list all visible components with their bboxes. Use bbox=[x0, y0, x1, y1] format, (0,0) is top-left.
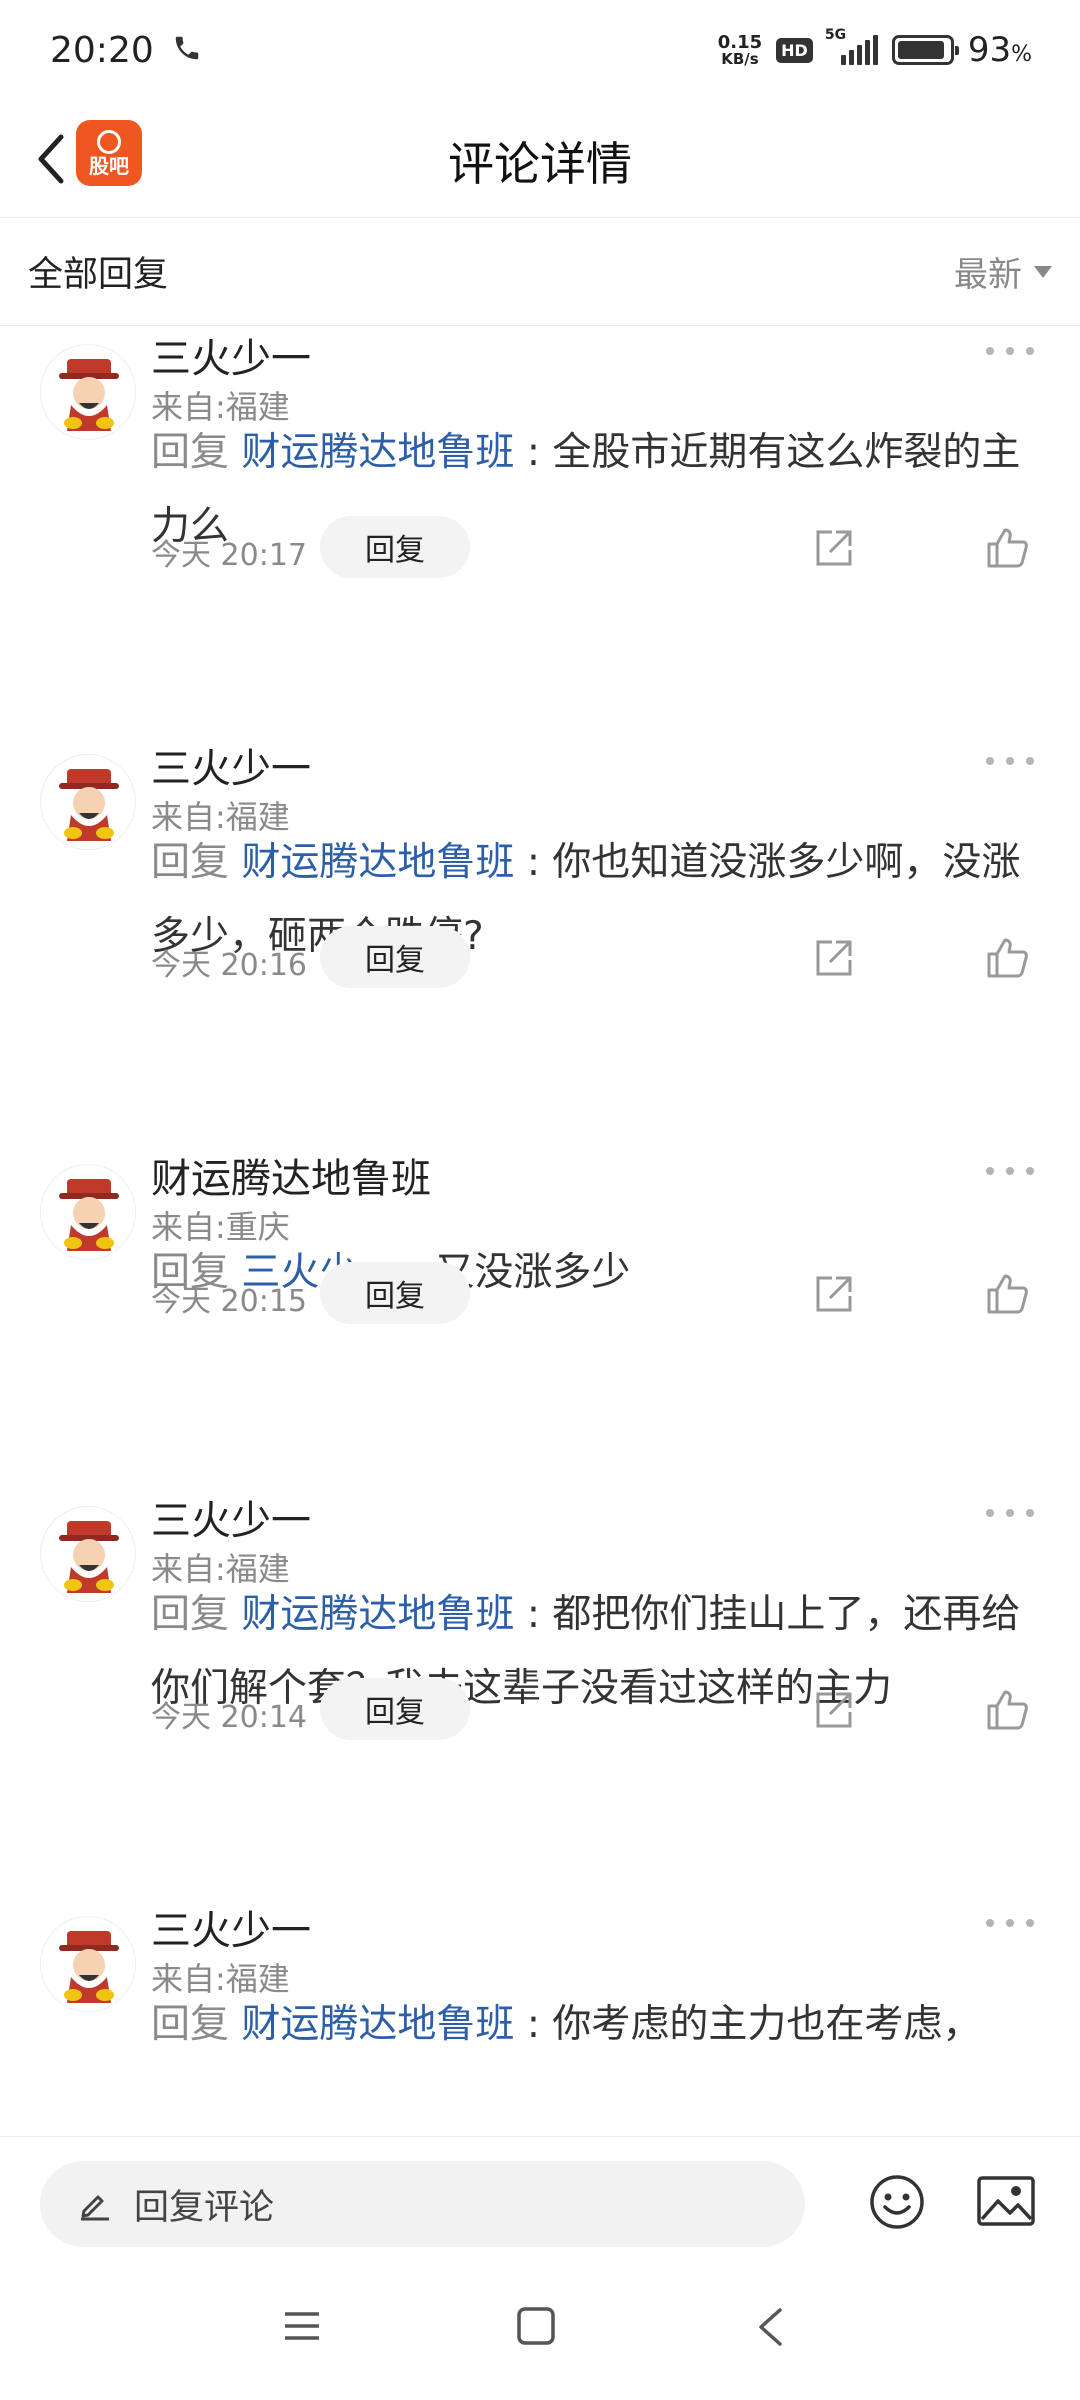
more-dots-icon bbox=[986, 1167, 994, 1175]
network-speed-unit: KB/s bbox=[721, 49, 759, 68]
mention-link[interactable]: 财运腾达地鲁班 bbox=[241, 430, 514, 475]
avatar[interactable] bbox=[40, 1506, 136, 1602]
comment-time: 今天 20:17 bbox=[151, 538, 307, 573]
reply-input-placeholder: 回复评论 bbox=[134, 2187, 275, 2228]
menu-button[interactable] bbox=[282, 2306, 322, 2350]
menu-icon bbox=[285, 2312, 319, 2340]
sort-label: 最新 bbox=[954, 255, 1022, 295]
comment-text: : 你考虑的主力也在考虑， bbox=[514, 2002, 982, 2047]
back-triangle-icon bbox=[759, 2308, 782, 2346]
home-button[interactable] bbox=[516, 2306, 556, 2350]
like-button[interactable] bbox=[983, 524, 1031, 572]
mention-link[interactable]: 财运腾达地鲁班 bbox=[241, 840, 514, 885]
emoji-button[interactable] bbox=[868, 2173, 926, 2231]
share-button[interactable] bbox=[812, 526, 856, 570]
phone-icon bbox=[172, 33, 202, 67]
reply-prefix: 回复 bbox=[151, 840, 230, 885]
more-dots-icon bbox=[986, 347, 994, 355]
more-options-button[interactable] bbox=[986, 1908, 1034, 1938]
avatar[interactable] bbox=[40, 754, 136, 850]
share-icon bbox=[812, 1692, 856, 1736]
username[interactable]: 三火少一 bbox=[151, 1898, 311, 1956]
network-speed-value: 0.15 bbox=[717, 31, 763, 53]
reply-prefix: 回复 bbox=[151, 430, 230, 475]
comment-content: 回复 财运腾达地鲁班 : 你考虑的主力也在考虑， bbox=[151, 1988, 1021, 2062]
smiley-icon bbox=[870, 2175, 924, 2229]
like-button[interactable] bbox=[983, 1686, 1031, 1734]
battery-icon bbox=[891, 35, 959, 65]
username[interactable]: 三火少一 bbox=[151, 1488, 311, 1546]
comment-list[interactable]: 三火少一 来自:福建 回复 财运腾达地鲁班 : 全股市近期有这么炸裂的主力么 今天 2… bbox=[0, 326, 1080, 2136]
more-options-button[interactable] bbox=[986, 1156, 1034, 1186]
share-button[interactable] bbox=[812, 1688, 856, 1732]
reply-button[interactable]: 回复 bbox=[320, 926, 470, 988]
header: 股吧 评论详情 bbox=[0, 100, 1080, 218]
reply-prefix: 回复 bbox=[151, 1592, 230, 1637]
reply-prefix: 回复 bbox=[151, 2002, 230, 2047]
reply-input-bar: 回复评论 bbox=[0, 2136, 1080, 2266]
sort-dropdown[interactable]: 最新 bbox=[954, 247, 1052, 296]
share-icon bbox=[812, 940, 856, 984]
avatar[interactable] bbox=[40, 1916, 136, 2012]
filter-row: 全部回复 最新 bbox=[0, 218, 1080, 326]
network-type: 5G bbox=[824, 27, 847, 43]
reply-button-label: 回复 bbox=[365, 1695, 425, 1730]
avatar[interactable] bbox=[40, 344, 136, 440]
status-right: 0.15 KB/s HD 5G 93% bbox=[717, 27, 1032, 70]
more-dots-icon bbox=[986, 1919, 994, 1927]
thumbs-up-icon bbox=[983, 528, 1031, 576]
like-button[interactable] bbox=[983, 934, 1031, 982]
pencil-icon bbox=[81, 2195, 109, 2221]
mention-link[interactable]: 财运腾达地鲁班 bbox=[241, 1592, 514, 1637]
share-icon bbox=[812, 1276, 856, 1320]
status-bar: 20:20 0.15 KB/s HD 5G 93% bbox=[0, 0, 1080, 100]
page-title: 评论详情 bbox=[448, 137, 632, 191]
mention-link[interactable]: 财运腾达地鲁班 bbox=[241, 2002, 514, 2047]
comment-item[interactable]: 三火少一 来自:福建 回复 财运腾达地鲁班 : 你考虑的主力也在考虑， bbox=[0, 1898, 1080, 2136]
more-options-button[interactable] bbox=[986, 336, 1034, 366]
reply-input[interactable]: 回复评论 bbox=[40, 2161, 805, 2247]
comment-time: 今天 20:15 bbox=[151, 1284, 307, 1319]
thumbs-up-icon bbox=[983, 1274, 1031, 1322]
username[interactable]: 三火少一 bbox=[151, 736, 311, 794]
more-options-button[interactable] bbox=[986, 746, 1034, 776]
comment-item[interactable]: 三火少一 来自:福建 回复 财运腾达地鲁班 : 都把你们挂山上了，还再给你们解个套？… bbox=[0, 1488, 1080, 1898]
reply-button[interactable]: 回复 bbox=[320, 516, 470, 578]
status-left: 20:20 bbox=[50, 30, 202, 71]
share-button[interactable] bbox=[812, 1272, 856, 1316]
caret-down-icon bbox=[1034, 265, 1052, 278]
share-icon bbox=[812, 530, 856, 574]
home-square-icon bbox=[517, 2307, 555, 2345]
system-back-button[interactable] bbox=[755, 2306, 785, 2352]
more-dots-icon bbox=[986, 757, 994, 765]
username[interactable]: 财运腾达地鲁班 bbox=[151, 1146, 431, 1204]
comment-time: 今天 20:16 bbox=[151, 948, 307, 983]
reply-button[interactable]: 回复 bbox=[320, 1262, 470, 1324]
username[interactable]: 三火少一 bbox=[151, 326, 311, 384]
avatar[interactable] bbox=[40, 1164, 136, 1260]
thumbs-up-icon bbox=[983, 1690, 1031, 1738]
image-button[interactable] bbox=[976, 2175, 1036, 2227]
reply-button-label: 回复 bbox=[365, 943, 425, 978]
all-replies-label: 全部回复 bbox=[28, 255, 169, 295]
status-time: 20:20 bbox=[50, 29, 154, 71]
hd-badge: HD bbox=[776, 37, 813, 63]
more-options-button[interactable] bbox=[986, 1498, 1034, 1528]
thumbs-up-icon bbox=[983, 938, 1031, 986]
battery-percent: 93% bbox=[967, 30, 1032, 70]
image-icon bbox=[977, 2176, 1035, 2226]
comment-item[interactable]: 三火少一 来自:福建 回复 财运腾达地鲁班 : 全股市近期有这么炸裂的主力么 今天 2… bbox=[0, 326, 1080, 736]
comment-item[interactable]: 三火少一 来自:福建 回复 财运腾达地鲁班 : 你也知道没涨多少啊，没涨多少，砸两个… bbox=[0, 736, 1080, 1146]
share-button[interactable] bbox=[812, 936, 856, 980]
system-navigation-bar bbox=[0, 2266, 1080, 2400]
more-dots-icon bbox=[986, 1509, 994, 1517]
like-button[interactable] bbox=[983, 1270, 1031, 1318]
reply-button-label: 回复 bbox=[365, 1279, 425, 1314]
signal-icon: 5G bbox=[825, 27, 878, 65]
reply-button-label: 回复 bbox=[365, 533, 425, 568]
comment-time: 今天 20:14 bbox=[151, 1700, 307, 1735]
reply-button[interactable]: 回复 bbox=[320, 1678, 470, 1740]
network-speed: 0.15 KB/s bbox=[717, 31, 763, 68]
